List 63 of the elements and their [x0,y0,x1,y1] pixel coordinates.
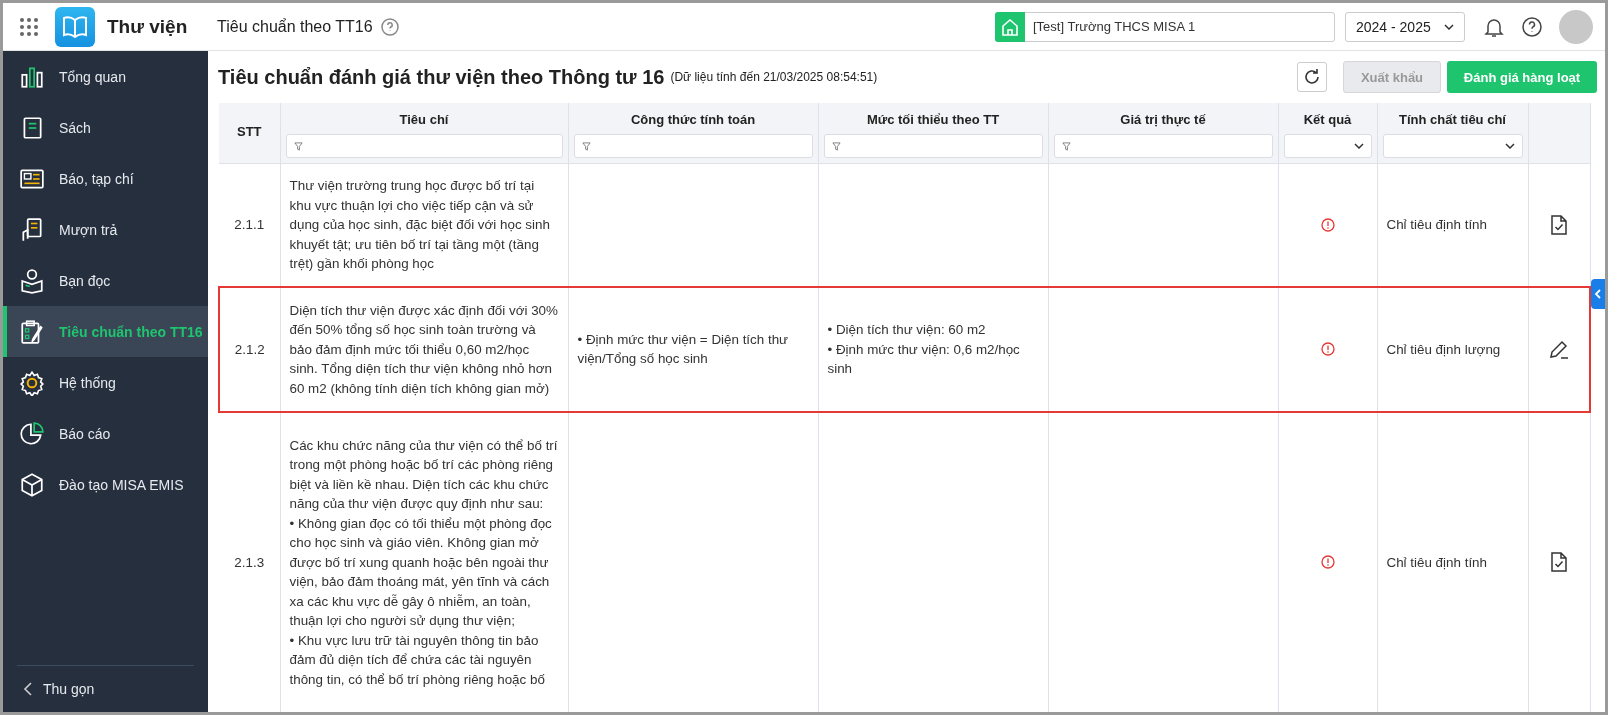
refresh-button[interactable] [1297,62,1327,92]
school-field[interactable]: [Test] Trường THCS MISA 1 [995,11,1335,42]
page-title: Tiêu chuẩn theo TT16 [217,17,373,36]
sidebar-item[interactable]: Sách [3,102,208,153]
data-timestamp: (Dữ liệu tính đến 21/03/2025 08:54:51) [670,70,878,84]
sidebar-item[interactable]: Đào tạo MISA EMIS [3,459,208,510]
hand-document-icon [19,216,45,243]
chevron-down-icon [1444,23,1454,30]
clipboard-icon [19,318,45,345]
filter-field[interactable] [823,134,1043,158]
table-cell: Chỉ tiêu định tính [1377,163,1528,288]
cube-icon [19,471,45,498]
help-icon[interactable] [1521,15,1543,38]
filter-icon [581,141,591,151]
reader-icon [19,267,45,294]
table-cell: Các khu chức năng của thư viện có thể bố trí trong một phòng hoặc bố trí các phòng riêng biệt và liền kề nhau. Diện tích các khu chức năng của thư viện được quy định như sau: • Không gian đọc có tối thiểu một phòng đọc cho học sinh và giáo viên. Không gian mở được bố trí xung quanh hoặc bên ngoài thư viện, bảo đảm thoáng mát, yên tĩnh và cách xa các khu vực dễ gây ô nhiễm, an toàn, thuận lợi cho người sử dụng thư viện; • Khu vực lưu trữ tài nguyên thông tin bảo đảm đủ diện tích để chứa các tài nguyên thông tin, có thể bố trí phòng riêng hoặc bố [280,411,568,712]
table-cell: Thư viện trường trung học được bố trí tại khu vực thuận lợi cho việc tiếp cận và sử dụng của học sinh, đặc biệt đối với học sinh khuyết tật; ưu tiên bố trí tại tầng một (tầng trệt) gần khối phòng học [280,163,568,288]
chevron-left-icon [1594,289,1602,299]
table-cell: 2.1.3 [219,411,280,712]
column-header: Giá trị thực tế [1119,112,1207,127]
table-cell: Chỉ tiêu định lượng [1377,287,1528,412]
table-cell: Chỉ tiêu định tính [1377,411,1528,712]
apps-grid-icon[interactable] [19,16,39,37]
column-header: Công thức tính toán [629,112,757,127]
sidebar-item[interactable]: Tổng quan [3,51,208,102]
sidebar-item[interactable]: Bạn đọc [3,255,208,306]
collapse-button[interactable]: Thu gọn [17,665,194,712]
chevron-down-icon [1353,143,1364,149]
column-header: STT [235,124,263,139]
chevron-down-icon [1504,143,1515,149]
table-cell: 2.1.2 [219,287,280,412]
column-header: Mức tối thiểu theo TT [865,112,1001,127]
document-check-icon[interactable] [1549,551,1569,574]
table-cell: • Định mức thư viện = Diện tích thư viện/Tổng số học sinh [568,287,818,412]
pie-chart-icon [19,420,45,447]
page-heading: Tiêu chuẩn đánh giá thư viện theo Thông tư 16 [218,65,665,89]
column-header: Tiêu chí [398,112,450,127]
library-logo-icon [55,6,95,47]
column-header: Tính chất tiêu chí [1398,112,1507,127]
home-icon [1001,17,1019,36]
sidebar-item[interactable]: Tiêu chuẩn theo TT16 [3,306,208,357]
filter-field[interactable] [573,134,813,158]
side-panel-toggle[interactable] [1591,279,1605,309]
refresh-icon [1303,68,1321,86]
sidebar-item[interactable]: Hệ thống [3,357,208,408]
document-check-icon[interactable] [1549,214,1569,237]
sidebar-item[interactable]: Báo cáo [3,408,208,459]
filter-field[interactable] [285,134,563,158]
sidebar-item[interactable]: Mượn trả [3,204,208,255]
pencil-icon[interactable] [1547,338,1570,361]
filter-field[interactable] [1053,134,1273,158]
table-cell: • Diện tích thư viện: 60 m2 • Định mức thư viện: 0,6 m2/học sinh [818,287,1048,412]
sidebar-item[interactable]: Báo, tạp chí [3,153,208,204]
chevron-left-icon [23,682,33,696]
table-cell: 2.1.1 [219,163,280,288]
settings-icon [19,369,45,396]
app-name: Thư viện [107,15,189,38]
year-dropdown[interactable]: 2024 - 2025 [1345,11,1465,42]
column-header: Kết quả [1302,112,1353,127]
filter-icon [831,141,841,151]
filter-icon [293,141,303,151]
filter-icon [1061,141,1071,151]
table-cell: Diện tích thư viện được xác định đối với 30% đến 50% tổng số học sinh toàn trường và bảo đảm định mức tối thiểu 0,60 m2/học sinh. Tổng diện tích thư viện không nhỏ hơn 60 m2 (không tính diện tích không gian mở) [280,287,568,412]
